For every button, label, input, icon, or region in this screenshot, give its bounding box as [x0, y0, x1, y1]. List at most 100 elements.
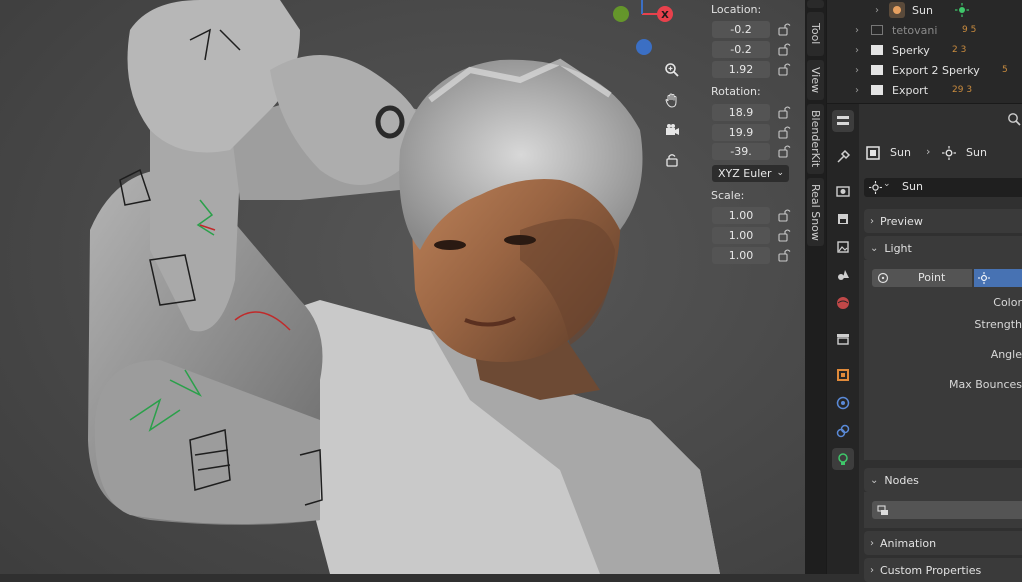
lock-camera-icon[interactable]	[660, 148, 684, 172]
tab-tool[interactable]: Tool	[807, 12, 824, 56]
lock-icon[interactable]	[777, 144, 791, 158]
tab-tool-label: Tool	[809, 23, 822, 45]
constraints-tab-icon[interactable]	[832, 420, 854, 442]
chevron-right-icon[interactable]: ›	[855, 25, 859, 36]
rotation-mode-value: XYZ Euler	[718, 167, 772, 180]
preview-section-label: Preview	[880, 214, 923, 228]
camera-icon[interactable]	[660, 118, 684, 142]
scene-tab-icon[interactable]	[832, 264, 854, 286]
area-divider[interactable]	[827, 103, 1022, 104]
custom-properties-section-label: Custom Properties	[880, 563, 982, 577]
sun-object-icon	[889, 2, 905, 18]
properties-editor: Sun › Sun ⌄ Sun › Preview ⌄ Light Point	[827, 104, 1022, 582]
tool-tab-icon[interactable]	[832, 146, 854, 168]
world-tab-icon[interactable]	[832, 292, 854, 314]
location-y-field[interactable]: -0.2	[712, 41, 770, 58]
light-data-tab-icon[interactable]	[832, 448, 854, 470]
rotation-z-field[interactable]: -39.	[712, 143, 770, 160]
rotation-x-field[interactable]: 18.9	[712, 104, 770, 121]
breadcrumb: Sun › Sun	[866, 144, 1022, 162]
outliner-row-label: Sperky	[892, 43, 930, 57]
light-section-header[interactable]: ⌄ Light	[864, 236, 1022, 260]
physics-tab-icon[interactable]	[832, 392, 854, 414]
axis-z-neg-icon[interactable]	[636, 39, 652, 55]
tab-blenderkit[interactable]: BlenderKit	[807, 104, 824, 174]
axis-y-neg-icon[interactable]	[613, 6, 629, 22]
scale-z-field[interactable]: 1.00	[712, 247, 770, 264]
outliner-row-sun[interactable]: › Sun	[827, 0, 1022, 20]
tab-real-snow[interactable]: Real Snow	[807, 178, 824, 246]
nodes-section-header[interactable]: ⌄ Nodes	[864, 468, 1022, 492]
lock-icon[interactable]	[777, 208, 791, 222]
rotation-y-field[interactable]: 19.9	[712, 124, 770, 141]
lock-icon[interactable]	[777, 42, 791, 56]
chevron-down-icon: ⌄	[870, 474, 879, 486]
collection-tab-icon[interactable]	[832, 328, 854, 350]
rotation-label: Rotation:	[711, 85, 761, 98]
outliner-row-label: tetovani	[892, 23, 938, 37]
child-count: 29 3	[952, 85, 973, 95]
tab-view-label: View	[809, 66, 822, 94]
viewport-render	[0, 0, 805, 574]
location-label: Location:	[711, 3, 762, 16]
output-tab-icon[interactable]	[832, 208, 854, 230]
child-count: 9 5	[962, 25, 977, 35]
angle-label: Angle	[990, 348, 1022, 361]
strength-label: Strength	[974, 318, 1022, 331]
chevron-right-icon[interactable]: ›	[875, 5, 879, 16]
location-z-field[interactable]: 1.92	[712, 61, 770, 78]
collection-icon	[871, 45, 883, 55]
chevron-right-icon[interactable]: ›	[855, 65, 859, 76]
object-tab-icon[interactable]	[832, 364, 854, 386]
chevron-right-icon: ›	[870, 537, 874, 549]
light-datablock-selector[interactable]: ⌄ Sun	[864, 178, 1022, 197]
outliner: › Sun › tetovani 9 5 › Sperky 2 3 › Expo…	[827, 0, 1022, 103]
lock-icon[interactable]	[777, 125, 791, 139]
lock-icon[interactable]	[777, 105, 791, 119]
max-bounces-label: Max Bounces	[948, 378, 1022, 391]
tab-view[interactable]: View	[807, 60, 824, 100]
scale-x-field[interactable]: 1.00	[712, 207, 770, 224]
light-type-sun-button[interactable]	[974, 269, 1022, 287]
rotation-mode-select[interactable]: XYZ Euler ⌄	[712, 165, 789, 182]
chevron-down-icon: ⌄	[776, 168, 784, 178]
render-tab-icon[interactable]	[832, 180, 854, 202]
outliner-row-tetovani[interactable]: › tetovani 9 5	[827, 20, 1022, 40]
properties-content: Sun › Sun ⌄ Sun › Preview ⌄ Light Point	[860, 104, 1022, 582]
scale-y-field[interactable]: 1.00	[712, 227, 770, 244]
lock-icon[interactable]	[777, 228, 791, 242]
child-count: 2 3	[952, 45, 967, 55]
editor-type-icon[interactable]	[832, 110, 854, 132]
outliner-row-sperky[interactable]: › Sperky 2 3	[827, 40, 1022, 60]
search-icon[interactable]	[1007, 112, 1021, 126]
3d-viewport[interactable]: X	[0, 0, 805, 574]
lock-icon[interactable]	[777, 248, 791, 262]
light-type-point-label: Point	[918, 271, 946, 284]
breadcrumb-data: Sun	[966, 146, 987, 159]
custom-properties-section-header[interactable]: › Custom Properties	[864, 558, 1022, 582]
chevron-right-icon[interactable]: ›	[855, 85, 859, 96]
breadcrumb-object: Sun	[890, 146, 911, 159]
location-x-field[interactable]: -0.2	[712, 21, 770, 38]
sidebar-tab-top[interactable]	[807, 0, 824, 8]
view-layer-tab-icon[interactable]	[832, 236, 854, 258]
use-nodes-button[interactable]	[872, 501, 1022, 519]
pan-hand-icon[interactable]	[660, 88, 684, 112]
light-type-point-button[interactable]: Point	[872, 269, 972, 287]
zoom-icon[interactable]	[660, 58, 684, 82]
axis-gizmo[interactable]: X	[600, 0, 700, 60]
chevron-right-icon[interactable]: ›	[855, 45, 859, 56]
lock-icon[interactable]	[777, 22, 791, 36]
outliner-row-export-2-sperky[interactable]: › Export 2 Sperky 5	[827, 60, 1022, 80]
area-divider[interactable]	[826, 0, 827, 574]
child-count: 5	[1002, 65, 1008, 75]
sun-light-icon	[942, 146, 956, 160]
breadcrumb-separator-icon: ›	[926, 145, 931, 158]
animation-section-header[interactable]: › Animation	[864, 531, 1022, 555]
outliner-row-export[interactable]: › Export 29 3	[827, 80, 1022, 100]
preview-section-header[interactable]: › Preview	[864, 209, 1022, 233]
outliner-row-label: Sun	[912, 3, 933, 17]
sidebar-tabs: Tool View BlenderKit Real Snow	[805, 0, 826, 574]
datablock-name: Sun	[902, 180, 923, 193]
lock-icon[interactable]	[777, 62, 791, 76]
